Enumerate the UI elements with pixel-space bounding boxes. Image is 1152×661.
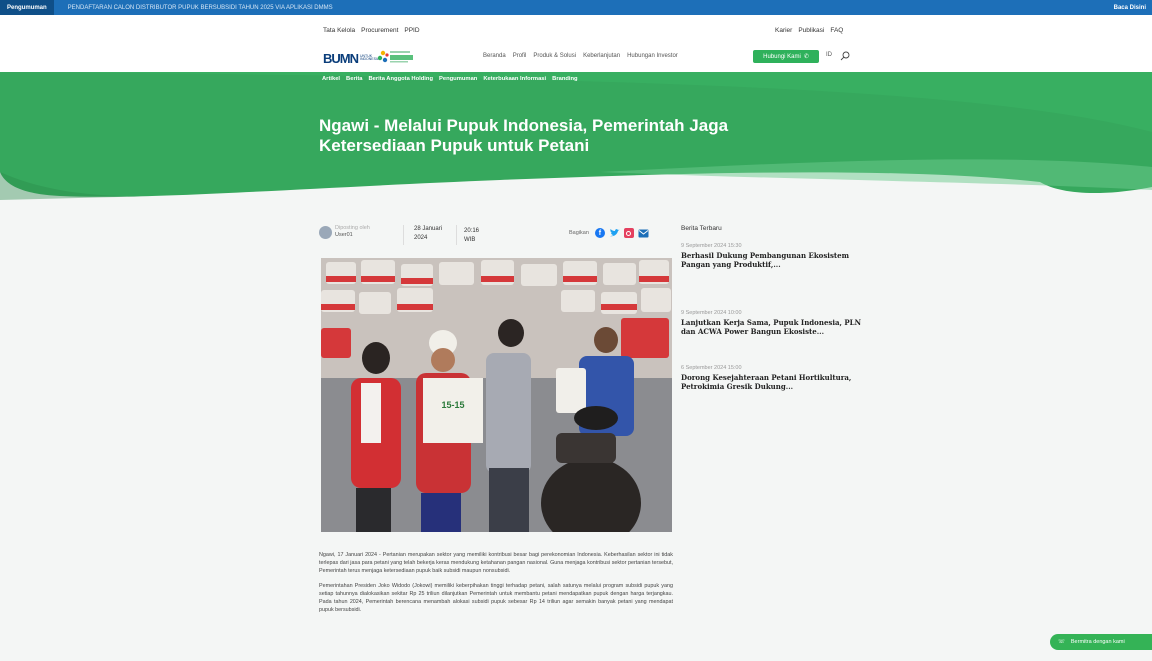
mail-icon[interactable] — [638, 229, 649, 238]
nav-keberlanjutan[interactable]: Keberlanjutan — [583, 53, 620, 59]
facebook-icon[interactable]: f — [594, 228, 605, 238]
ticker-read-more-link[interactable]: Baca Disini — [1114, 5, 1152, 11]
article-title: Ngawi - Melalui Pupuk Indonesia, Pemerin… — [319, 116, 729, 155]
subnav-pengumuman[interactable]: Pengumuman — [439, 76, 477, 82]
article-photo: 15-15 — [321, 258, 672, 532]
article-paragraph: Ngawi, 17 Januari 2024 - Pertanian merup… — [319, 552, 673, 574]
nav-ppid[interactable]: PPID — [404, 27, 419, 34]
author-name: User01 — [335, 232, 353, 238]
share-bar: Bagikan f — [569, 228, 649, 238]
nav-hubungan-investor[interactable]: Hubungan Investor — [627, 53, 678, 59]
ticker-text[interactable]: PENDAFTARAN CALON DISTRIBUTOR PUPUK BERS… — [54, 5, 333, 11]
twitter-icon[interactable] — [609, 228, 620, 238]
ticker-label: Pengumuman — [0, 0, 54, 15]
news-date: 9 September 2024 15:30 — [681, 243, 742, 249]
article-date: 28 Januari 2024 — [414, 226, 443, 241]
divider — [456, 225, 457, 245]
divider — [403, 225, 404, 245]
nav-beranda[interactable]: Beranda — [483, 53, 506, 59]
utility-nav-left: Tata Kelola Procurement PPID — [323, 27, 420, 34]
partner-chat-label: Bermitra dengan kami — [1070, 639, 1125, 645]
subnav-keterbukaan-informasi[interactable]: Keterbukaan Informasi — [483, 76, 546, 82]
news-title[interactable]: Dorong Kesejahteraan Petani Hortikultura… — [681, 373, 861, 391]
nav-publikasi[interactable]: Publikasi — [798, 27, 824, 34]
nav-faq[interactable]: FAQ — [830, 27, 843, 34]
contact-button-label: Hubungi Kami — [763, 53, 801, 60]
news-date: 9 September 2024 10:00 — [681, 310, 742, 316]
avatar — [319, 226, 332, 239]
language-switch[interactable]: ID — [826, 52, 832, 58]
subnav-berita-anggota[interactable]: Berita Anggota Holding — [368, 76, 433, 82]
subnav-branding[interactable]: Branding — [552, 76, 577, 82]
latest-news-sidebar: Berita Terbaru — [681, 225, 861, 242]
partner-chat-button[interactable]: ☏ Bermitra dengan kami — [1050, 634, 1152, 650]
news-item[interactable]: 9 September 2024 10:00 Lanjutkan Kerja S… — [681, 310, 861, 336]
sub-nav: Artikel Berita Berita Anggota Holding Pe… — [322, 76, 578, 82]
article-time: 20:16 WIB — [464, 228, 480, 243]
nav-produk-solusi[interactable]: Produk & Solusi — [533, 53, 576, 59]
news-title[interactable]: Berhasil Dukung Pembangunan Ekosistem Pa… — [681, 251, 861, 269]
contact-button[interactable]: Hubungi Kami ✆ — [753, 50, 819, 63]
nav-tata-kelola[interactable]: Tata Kelola — [323, 27, 355, 34]
announcement-ticker: Pengumuman PENDAFTARAN CALON DISTRIBUTOR… — [0, 0, 1152, 15]
bumn-logo-text: BUMN — [323, 50, 359, 66]
article-body: Ngawi, 17 Januari 2024 - Pertanian merup… — [319, 551, 673, 621]
share-label: Bagikan — [569, 230, 589, 236]
nav-profil[interactable]: Profil — [513, 53, 527, 59]
svg-text:15-15: 15-15 — [441, 400, 464, 410]
news-item[interactable]: 9 September 2024 15:30 Berhasil Dukung P… — [681, 243, 861, 269]
subnav-artikel[interactable]: Artikel — [322, 76, 340, 82]
utility-nav-right: Karier Publikasi FAQ — [775, 27, 843, 34]
article-paragraph: Pemerintahan Presiden Joko Widodo (Jokow… — [319, 583, 673, 613]
nav-procurement[interactable]: Procurement — [361, 27, 398, 34]
news-title[interactable]: Lanjutkan Kerja Sama, Pupuk Indonesia, P… — [681, 318, 861, 336]
search-icon[interactable] — [840, 51, 850, 61]
instagram-icon[interactable] — [623, 228, 634, 238]
news-item[interactable]: 6 September 2024 15:00 Dorong Kesejahter… — [681, 365, 861, 391]
posted-by-label: Diposting oleh — [335, 225, 370, 231]
nav-karier[interactable]: Karier — [775, 27, 792, 34]
chat-icon: ☏ — [1058, 639, 1065, 645]
article-meta: Diposting oleh User01 28 Januari 2024 20… — [319, 222, 671, 250]
header — [0, 15, 1152, 72]
main-nav: Beranda Profil Produk & Solusi Keberlanj… — [483, 53, 678, 59]
subnav-berita[interactable]: Berita — [346, 76, 362, 82]
news-date: 6 September 2024 15:00 — [681, 365, 742, 371]
bumn-logo[interactable]: BUMN UNTUK INDONESIA — [323, 50, 379, 66]
sidebar-heading: Berita Terbaru — [681, 225, 722, 232]
phone-icon: ✆ — [803, 54, 809, 60]
pupuk-indonesia-logo[interactable] — [377, 48, 415, 66]
